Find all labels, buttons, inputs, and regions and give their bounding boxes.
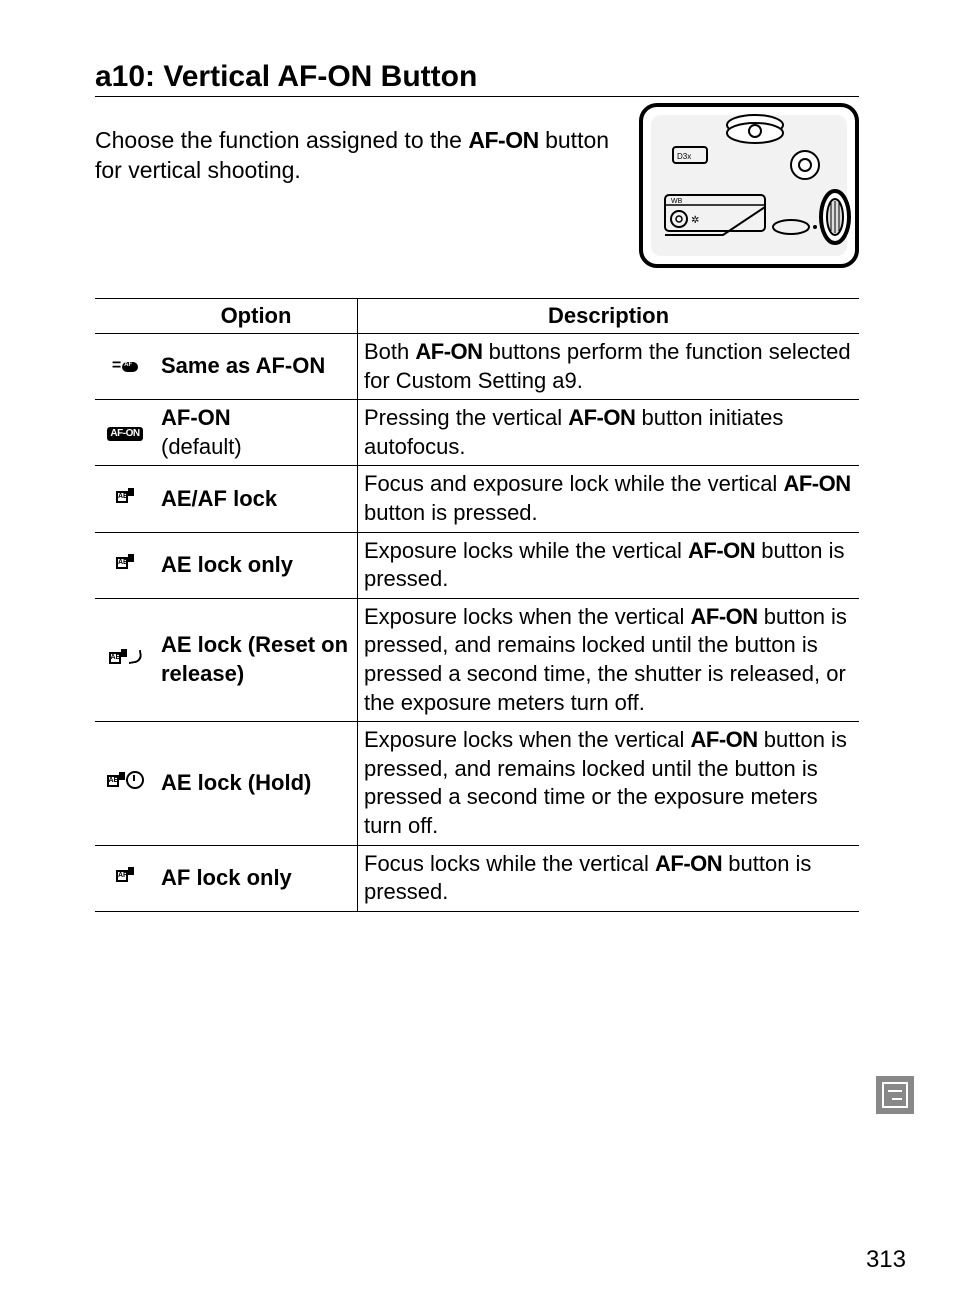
option-name: AE lock only: [155, 532, 358, 598]
option-name: AE lock (Hold): [155, 722, 358, 845]
column-header-icon: [95, 299, 155, 334]
afon-label-icon: AF-ON: [691, 727, 758, 752]
camera-illustration-icon: D3x WB ✲: [639, 103, 859, 268]
menu-section-tab-icon: [876, 1076, 914, 1114]
table-row: = Same as AF-ON Both AF-ON buttons perfo…: [95, 334, 859, 400]
option-description: Pressing the vertical AF-ON button initi…: [358, 400, 860, 466]
svg-text:D3x: D3x: [677, 152, 691, 161]
options-table: Option Description = Same as AF-ON Both …: [95, 298, 859, 912]
option-description: Exposure locks when the vertical AF-ON b…: [358, 722, 860, 845]
table-row: AE lock only Exposure locks while the ve…: [95, 532, 859, 598]
afon-label-icon: AF-ON: [691, 604, 758, 629]
page-number: 313: [866, 1246, 906, 1274]
option-description: Exposure locks when the vertical AF-ON b…: [358, 598, 860, 721]
afon-label-icon: AF-ON: [783, 471, 850, 496]
afon-label-icon: AF-ON: [568, 405, 635, 430]
afon-badge-icon: AF-ON: [95, 400, 155, 466]
section-title: a10: Vertical AF-ON Button: [95, 60, 859, 97]
table-header-row: Option Description: [95, 299, 859, 334]
option-description: Focus locks while the vertical AF-ON but…: [358, 845, 860, 911]
afon-label-icon: AF-ON: [655, 851, 722, 876]
ae-lock-only-icon: [95, 532, 155, 598]
table-row: AF-ON AF-ON (default) Pressing the verti…: [95, 400, 859, 466]
svg-text:✲: ✲: [691, 215, 699, 226]
manual-page: a10: Vertical AF-ON Button Choose the fu…: [0, 0, 954, 1314]
option-name: AE/AF lock: [155, 466, 358, 532]
option-name: AF-ON (default): [155, 400, 358, 466]
option-name: AF lock only: [155, 845, 358, 911]
afon-label-icon: AF-ON: [688, 538, 755, 563]
afon-label-icon: AF-ON: [415, 339, 482, 364]
svg-text:WB: WB: [671, 198, 683, 205]
ae-af-lock-icon: [95, 466, 155, 532]
intro-row: Choose the function assigned to the AF-O…: [95, 103, 859, 268]
option-name: AE lock (Reset on release): [155, 598, 358, 721]
table-row: AF lock only Focus locks while the verti…: [95, 845, 859, 911]
same-as-afon-icon: =: [95, 334, 155, 400]
intro-before: Choose the function assigned to the: [95, 127, 468, 153]
column-header-option: Option: [155, 299, 358, 334]
afon-label-icon: AF-ON: [468, 127, 538, 153]
table-row: AE lock (Hold) Exposure locks when the v…: [95, 722, 859, 845]
option-description: Both AF-ON buttons perform the function …: [358, 334, 860, 400]
option-name: Same as AF-ON: [155, 334, 358, 400]
column-header-description: Description: [358, 299, 860, 334]
table-row: AE/AF lock Focus and exposure lock while…: [95, 466, 859, 532]
ae-lock-hold-icon: [95, 722, 155, 845]
intro-text: Choose the function assigned to the AF-O…: [95, 126, 619, 186]
option-description: Exposure locks while the vertical AF-ON …: [358, 532, 860, 598]
table-row: AE lock (Reset on release) Exposure lock…: [95, 598, 859, 721]
ae-lock-reset-icon: [95, 598, 155, 721]
af-lock-only-icon: [95, 845, 155, 911]
option-description: Focus and exposure lock while the vertic…: [358, 466, 860, 532]
